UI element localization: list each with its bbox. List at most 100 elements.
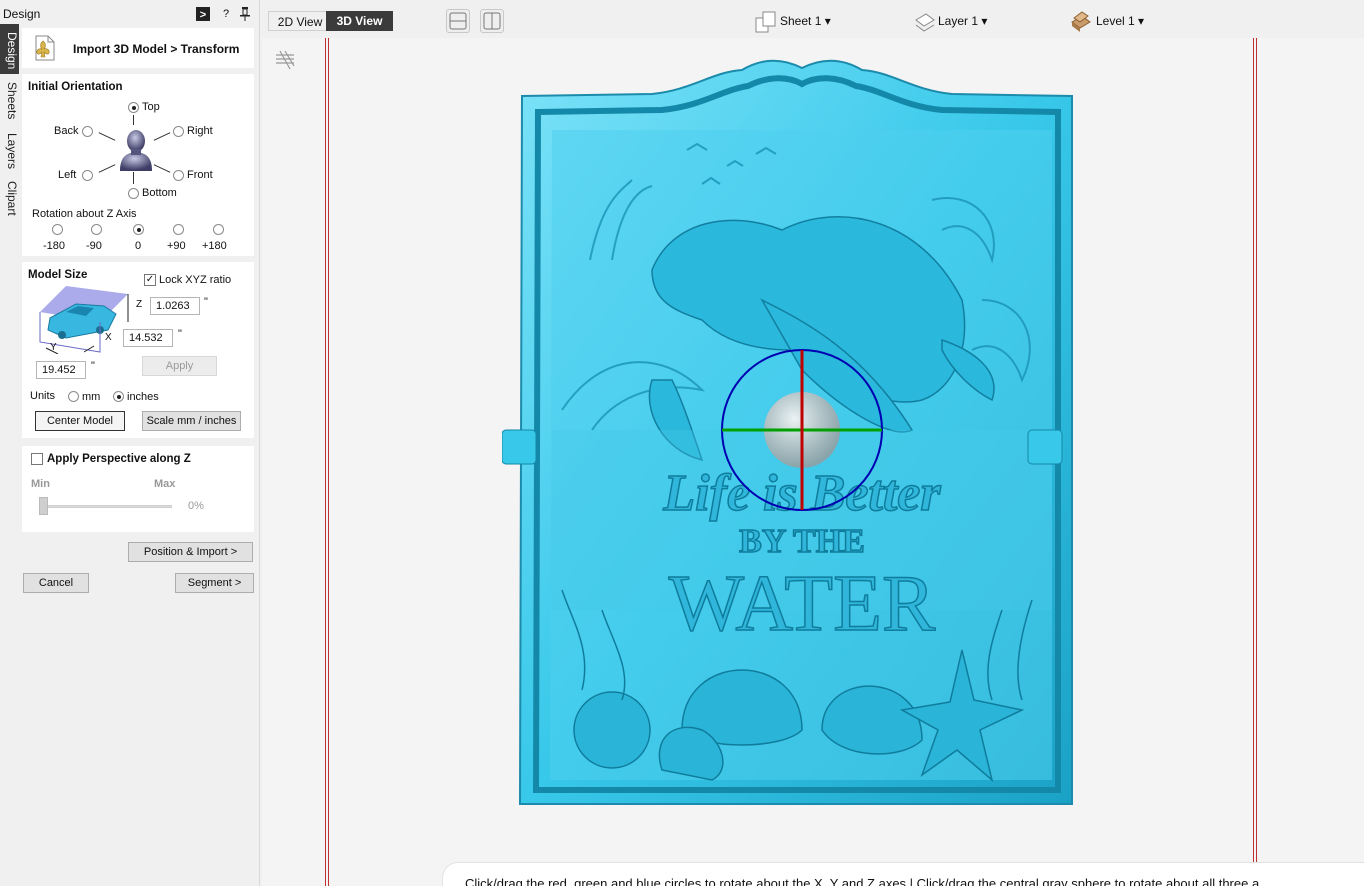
model-size-section: Model Size ✓ Lock XYZ ratio Z " X " Y " …: [22, 262, 254, 438]
perspective-section: Apply Perspective along Z Min Max 0%: [22, 446, 254, 532]
rotation-plus90-label: +90: [167, 240, 186, 252]
tick-front: [153, 164, 171, 173]
sheet-boundary-left: [325, 38, 329, 886]
rotation-plus90-radio[interactable]: [173, 224, 184, 235]
hint-text: Click/drag the red, green and blue circl…: [465, 876, 1260, 886]
segment-button[interactable]: Segment >: [175, 573, 254, 593]
perspective-min-label: Min: [31, 478, 50, 490]
model-size-title: Model Size: [28, 269, 88, 281]
perspective-max-label: Max: [154, 478, 176, 490]
rotation-minus90-label: -90: [86, 240, 102, 252]
perspective-slider-thumb[interactable]: [39, 497, 48, 515]
position-import-button[interactable]: Position & Import >: [128, 542, 253, 562]
import-model-icon: [28, 33, 58, 63]
x-size-input[interactable]: [123, 329, 173, 347]
orientation-front-label: Front: [187, 169, 213, 181]
hint-bar: Click/drag the red, green and blue circl…: [442, 862, 1364, 886]
dock-icon[interactable]: >: [196, 7, 210, 21]
rotation-minus180-label: -180: [43, 240, 66, 252]
units-label: Units: [30, 390, 56, 402]
unit-inches-radio[interactable]: [113, 391, 124, 402]
rotation-0-radio[interactable]: [133, 224, 144, 235]
level-dropdown[interactable]: Level 1 ▾: [1096, 14, 1144, 28]
level-name: Level 1: [1096, 14, 1135, 28]
rotation-plus180-radio[interactable]: [213, 224, 224, 235]
orientation-left-label: Left: [58, 169, 77, 181]
y-size-input[interactable]: [36, 361, 86, 379]
relief-model[interactable]: Life is Better BY THE WATER: [502, 50, 1102, 840]
tab-3d-view[interactable]: 3D View: [326, 11, 393, 31]
level-icon: [1070, 10, 1092, 34]
orientation-bottom-label: Bottom: [142, 187, 177, 199]
pin-icon[interactable]: [238, 7, 252, 21]
tick-back: [98, 132, 116, 141]
panel-titlebar: Design > ?: [0, 0, 260, 24]
tab-sheets[interactable]: Sheets: [0, 78, 19, 124]
tab-layers[interactable]: Layers: [0, 128, 19, 174]
orientation-front-radio[interactable]: [173, 170, 184, 181]
sheet-dropdown[interactable]: Sheet 1 ▾: [780, 14, 831, 28]
tick-bottom: [133, 172, 134, 184]
orientation-top-radio[interactable]: [128, 102, 139, 113]
lock-xyz-checkbox[interactable]: ✓: [144, 274, 156, 286]
split-vertical-icon[interactable]: [480, 9, 504, 33]
side-tabs: Design Sheets Layers Clipart: [0, 24, 19, 224]
rotation-z-title: Rotation about Z Axis: [32, 208, 137, 220]
rotation-gizmo[interactable]: [721, 349, 883, 511]
panel-title: Design: [3, 7, 41, 21]
split-horizontal-icon[interactable]: [446, 9, 470, 33]
perspective-slider-track[interactable]: [40, 505, 172, 508]
unit-mm-label: mm: [82, 391, 101, 403]
orientation-title: Initial Orientation: [28, 81, 123, 93]
tab-clipart[interactable]: Clipart: [0, 176, 19, 220]
sheet-boundary-right: [1253, 38, 1257, 886]
orientation-back-radio[interactable]: [82, 126, 93, 137]
3d-viewport[interactable]: Life is Better BY THE WATER Click/drag t…: [262, 38, 1364, 886]
cancel-button[interactable]: Cancel: [23, 573, 89, 593]
tick-left: [98, 164, 116, 173]
orientation-bottom-radio[interactable]: [128, 188, 139, 199]
tab-design[interactable]: Design: [0, 24, 19, 74]
sheet-icon: [755, 10, 777, 34]
unit-mm-radio[interactable]: [68, 391, 79, 402]
unit-inches-label: inches: [127, 391, 159, 403]
rotation-minus90-radio[interactable]: [91, 224, 102, 235]
layer-dropdown[interactable]: Layer 1 ▾: [938, 14, 987, 28]
tab-2d-view[interactable]: 2D View: [268, 11, 332, 31]
rotation-minus180-radio[interactable]: [52, 224, 63, 235]
design-panel: Design > ? Design Sheets Layers Clipart …: [0, 0, 260, 886]
rotation-0-label: 0: [135, 240, 142, 252]
initial-orientation-section: Initial Orientation Top Back Right Left …: [22, 74, 254, 256]
perspective-value: 0%: [188, 500, 204, 512]
plaque-text-water: WATER: [669, 560, 936, 648]
orientation-left-radio[interactable]: [82, 170, 93, 181]
x-axis-label: X: [105, 332, 112, 343]
rotation-plus180-label: +180: [202, 240, 227, 252]
layer-icon: [914, 10, 936, 34]
sheet-name: Sheet 1: [780, 14, 822, 28]
panel-header: Import 3D Model > Transform: [22, 28, 254, 68]
apply-size-button[interactable]: Apply: [142, 356, 217, 376]
apply-perspective-checkbox[interactable]: [31, 453, 43, 465]
apply-perspective-label: Apply Perspective along Z: [47, 453, 191, 465]
orientation-right-label: Right: [187, 125, 213, 137]
layer-name: Layer 1: [938, 14, 979, 28]
plaque-text-by-the: BY THE: [739, 523, 865, 560]
z-axis-label: Z: [136, 299, 143, 310]
lock-xyz-label: Lock XYZ ratio: [159, 274, 232, 286]
tick-right: [153, 132, 171, 141]
orientation-right-radio[interactable]: [173, 126, 184, 137]
y-axis-label: Y: [50, 342, 57, 353]
view-orientation-icon[interactable]: [274, 49, 296, 71]
panel-heading: Import 3D Model > Transform: [73, 42, 240, 56]
z-size-input[interactable]: [150, 297, 200, 315]
view-toolbar: 2D View 3D View Sheet 1 ▾ Layer 1 ▾ Leve…: [262, 0, 1364, 38]
y-unit-label: ": [91, 360, 95, 372]
z-unit-label: ": [204, 296, 208, 308]
help-icon[interactable]: ?: [219, 7, 233, 21]
bust-preview-icon: [116, 127, 156, 173]
center-model-button[interactable]: Center Model: [35, 411, 125, 431]
orientation-back-label: Back: [54, 125, 79, 137]
orientation-top-label: Top: [142, 101, 160, 113]
scale-mm-inches-button[interactable]: Scale mm / inches: [142, 411, 241, 431]
